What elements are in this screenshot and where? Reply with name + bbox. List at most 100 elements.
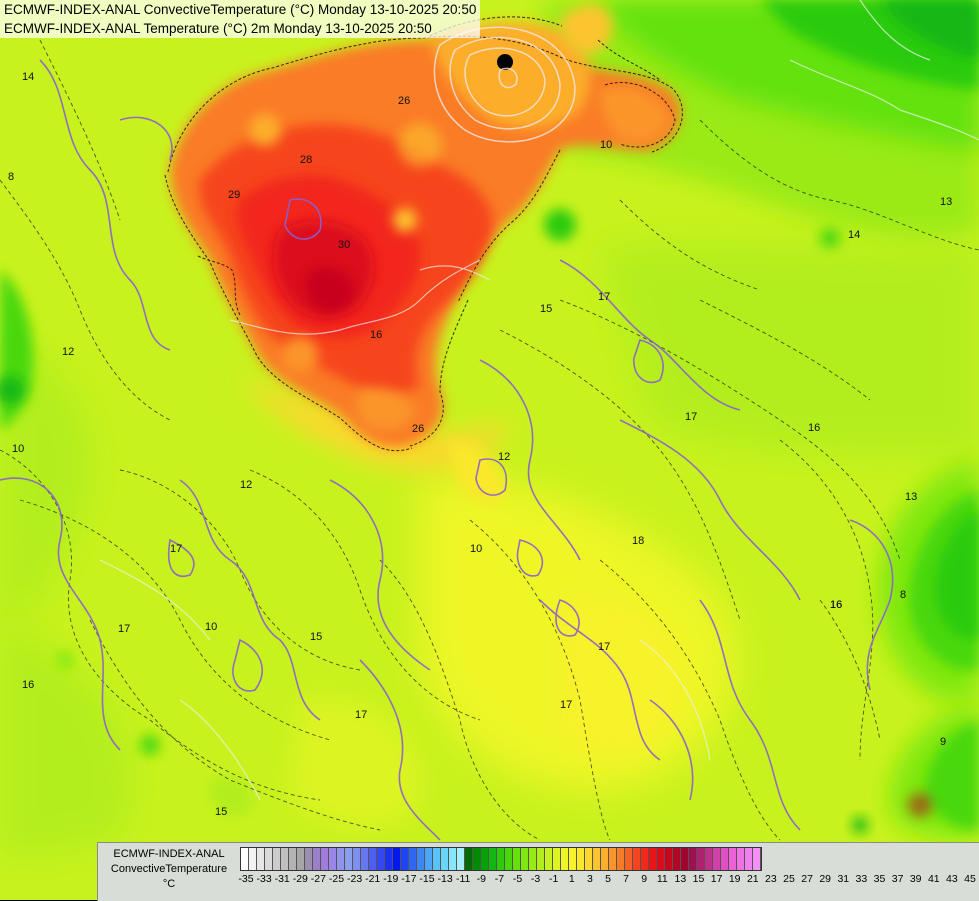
legend-swatch: [705, 848, 713, 870]
legend-swatch: [689, 848, 697, 870]
legend-tick-label: -1: [549, 873, 559, 885]
legend-tick-label: 9: [641, 873, 648, 885]
contour-label: 8: [900, 589, 906, 601]
legend-tick-label: -27: [310, 873, 326, 885]
legend-swatch: [473, 848, 481, 870]
legend-swatch: [521, 848, 529, 870]
contour-label: 18: [632, 535, 644, 547]
legend-swatch: [449, 848, 457, 870]
legend-tick-label: 41: [927, 873, 940, 885]
contour-label: 17: [170, 543, 182, 555]
legend-swatch: [457, 848, 465, 870]
legend-tick-label: 27: [801, 873, 813, 885]
contour-label: 15: [310, 631, 322, 643]
contour-label: 15: [215, 806, 227, 818]
legend-tick-label: 19: [728, 873, 741, 885]
legend-swatch: [305, 848, 313, 870]
legend-swatch: [649, 848, 657, 870]
legend-swatch: [553, 848, 561, 870]
legend-tick-label: -7: [494, 873, 505, 885]
legend-tick-label: 23: [765, 873, 777, 885]
legend-swatch: [393, 848, 401, 870]
legend-tick-label: -25: [328, 873, 345, 885]
legend-tick-label: -33: [256, 873, 272, 885]
legend-tick-label: 7: [623, 873, 630, 885]
legend-tick-label: -3: [530, 873, 541, 885]
contour-label: 12: [498, 451, 510, 463]
legend-tick-label: 1: [568, 873, 575, 885]
contour-label: 10: [205, 621, 217, 633]
legend-swatch: [409, 848, 417, 870]
legend-tick-label: -29: [292, 873, 308, 885]
legend-swatch: [385, 848, 393, 870]
contour-label: 17: [560, 699, 572, 711]
legend-swatch: [737, 848, 745, 870]
legend-tick-label: -9: [476, 873, 486, 885]
legend-swatch: [721, 848, 729, 870]
contour-label: 13: [905, 491, 917, 503]
legend-swatch: [401, 848, 409, 870]
map-title: ECMWF-INDEX-ANAL ConvectiveTemperature (…: [0, 0, 481, 38]
legend-swatch: [257, 848, 265, 870]
legend-swatch: [545, 848, 553, 870]
legend-swatch: [489, 848, 497, 870]
legend-swatch: [265, 848, 273, 870]
legend-swatch: [377, 848, 385, 870]
legend-tick-label: -21: [365, 873, 381, 885]
legend-swatch: [713, 848, 721, 870]
legend-parameter: ConvectiveTemperature: [110, 863, 228, 875]
contour-label: 16: [22, 679, 34, 691]
legend-tick-label: 29: [819, 873, 832, 885]
legend-swatch: [513, 848, 521, 870]
legend-tick-label: -19: [383, 873, 399, 885]
contour-label: 26: [398, 95, 410, 107]
legend-swatch: [289, 848, 297, 870]
legend-tick-label: 43: [946, 873, 958, 885]
title-line-convective: ECMWF-INDEX-ANAL ConvectiveTemperature (…: [4, 2, 477, 17]
contour-label: 9: [940, 736, 946, 748]
legend-swatch: [673, 848, 681, 870]
legend-tick-label: 5: [605, 873, 611, 885]
contour-label: 10: [600, 139, 612, 151]
color-legend: ECMWF-INDEX-ANAL ConvectiveTemperature °…: [97, 842, 979, 901]
legend-tick-label: -35: [238, 873, 254, 885]
legend-swatch: [641, 848, 649, 870]
contour-label: 10: [12, 443, 24, 455]
legend-tick-label: -13: [437, 873, 453, 885]
legend-swatch: [297, 848, 305, 870]
legend-swatch: [425, 848, 433, 870]
legend-swatch: [665, 848, 673, 870]
contour-label: 26: [412, 423, 424, 435]
contour-label: 28: [300, 154, 312, 166]
legend-swatch: [481, 848, 489, 870]
legend-swatch: [753, 848, 761, 870]
legend-tick-label: 35: [873, 873, 886, 885]
legend-tick-label: 45: [964, 873, 976, 885]
legend-swatch: [249, 848, 257, 870]
contour-label: 12: [240, 479, 252, 491]
legend-swatch: [433, 848, 441, 870]
legend-tick-label: 13: [674, 873, 687, 885]
legend-swatch: [417, 848, 425, 870]
legend-model: ECMWF-INDEX-ANAL: [113, 848, 225, 860]
legend-swatch: [609, 848, 617, 870]
legend-swatch: [729, 848, 737, 870]
contour-label: 10: [470, 543, 482, 555]
legend-tick-label: -15: [419, 873, 435, 885]
legend-swatches: [240, 847, 762, 871]
legend-swatch: [369, 848, 377, 870]
legend-tick-label: 37: [891, 873, 904, 885]
legend-swatch: [273, 848, 281, 870]
legend-swatch: [537, 848, 545, 870]
legend-tick-label: 21: [746, 873, 759, 885]
legend-tick-label: -31: [274, 873, 290, 885]
contour-label: 14: [848, 229, 860, 241]
legend-swatch: [681, 848, 689, 870]
legend-tick-label: 11: [656, 873, 668, 885]
legend-swatch: [281, 848, 289, 870]
contour-label: 16: [830, 599, 842, 611]
legend-label: ECMWF-INDEX-ANAL ConvectiveTemperature °…: [98, 847, 240, 892]
legend-tick-label: -23: [347, 873, 363, 885]
weather-map: 1412810171716151716171715121010161718161…: [0, 0, 979, 900]
legend-swatch: [625, 848, 633, 870]
